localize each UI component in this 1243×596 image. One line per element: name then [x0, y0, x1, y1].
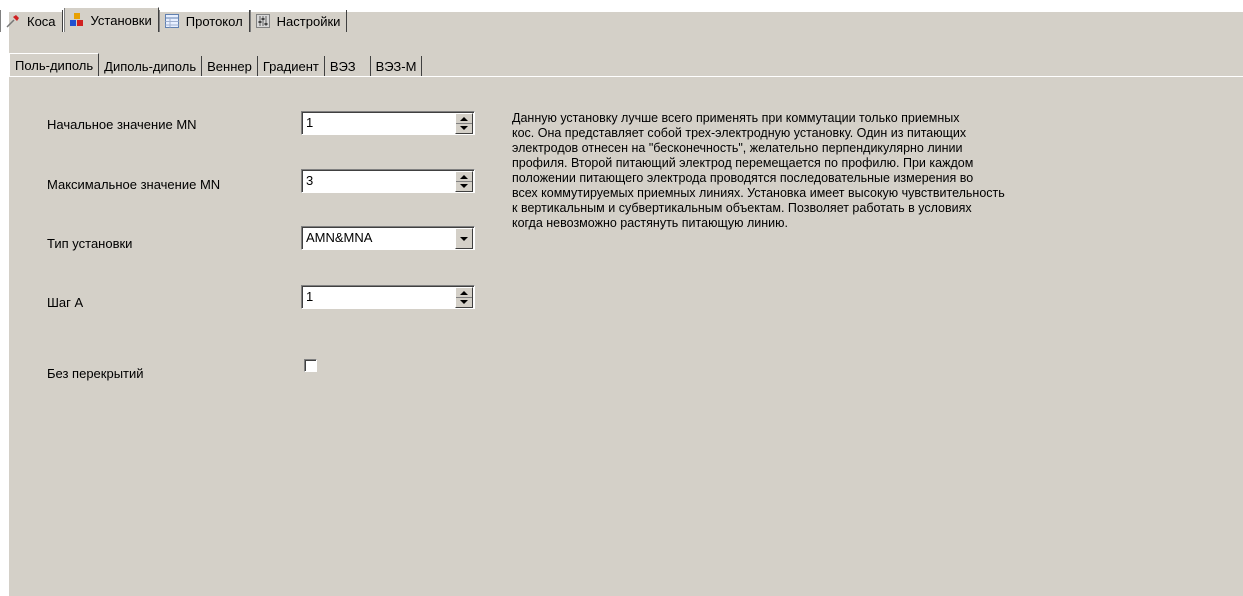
tab-vez-m[interactable]: ВЭЗ-М [370, 56, 423, 76]
tab-gradient-label: Градиент [262, 58, 319, 74]
tab-protokol-label: Протокол [185, 13, 243, 29]
tab-kosa[interactable]: Коса [0, 10, 63, 32]
step-spin-buttons[interactable] [455, 287, 473, 308]
tab-ustanovki-label: Установки [90, 12, 152, 28]
type-label: Тип установки [47, 236, 133, 251]
type-select[interactable]: AMN&MNA [301, 226, 475, 250]
step-spinbox[interactable]: 1 [301, 285, 475, 309]
start-mn-value: 1 [306, 115, 314, 130]
start-mn-spinbox[interactable]: 1 [301, 111, 475, 135]
type-value: AMN&MNA [306, 230, 373, 245]
step-value: 1 [306, 289, 314, 304]
start-mn-label: Начальное значение MN [47, 117, 197, 132]
tab-venner[interactable]: Веннер [202, 56, 258, 76]
description-text: Данную установку лучше всего применять п… [512, 111, 1005, 230]
tab-nastroiki[interactable]: Настройки [250, 10, 348, 32]
table-icon [164, 13, 180, 29]
tab-pol-dipol-label: Поль-диполь [15, 57, 94, 73]
tab-vez-label: ВЭЗ [329, 58, 356, 74]
tab-kosa-label: Коса [27, 13, 56, 29]
top-tab-strip: Коса Установки Протокол Настройки [0, 7, 348, 32]
tab-dipol-dipol[interactable]: Диполь-диполь [99, 56, 203, 76]
main-panel [9, 12, 1243, 596]
max-mn-value: 3 [306, 173, 314, 188]
tab-dipol-dipol-label: Диполь-диполь [104, 58, 197, 74]
tab-pol-dipol[interactable]: Поль-диполь [9, 53, 100, 76]
max-mn-label: Максимальное значение MN [47, 177, 221, 192]
no-overlap-label: Без перекрытий [47, 366, 144, 381]
tab-venner-label: Веннер [207, 58, 252, 74]
sub-tab-strip: Поль-диполь Диполь-диполь Веннер Градиен… [9, 53, 1243, 77]
no-overlap-checkbox[interactable] [304, 359, 317, 372]
max-mn-spin-buttons[interactable] [455, 171, 473, 192]
step-label: Шаг A [47, 295, 84, 310]
tab-vez-m-label: ВЭЗ-М [375, 58, 417, 74]
blocks-icon [69, 12, 85, 28]
tab-vez[interactable]: ВЭЗ [324, 56, 371, 76]
tab-ustanovki[interactable]: Установки [62, 7, 159, 32]
tab-nastroiki-label: Настройки [276, 13, 341, 29]
start-mn-spin-buttons[interactable] [455, 113, 473, 134]
max-mn-spinbox[interactable]: 3 [301, 169, 475, 193]
tab-protokol[interactable]: Протокол [159, 10, 250, 32]
tab-gradient[interactable]: Градиент [257, 56, 325, 76]
sliders-icon [255, 13, 271, 29]
pin-icon [5, 13, 21, 29]
chevron-down-icon[interactable] [455, 228, 473, 249]
